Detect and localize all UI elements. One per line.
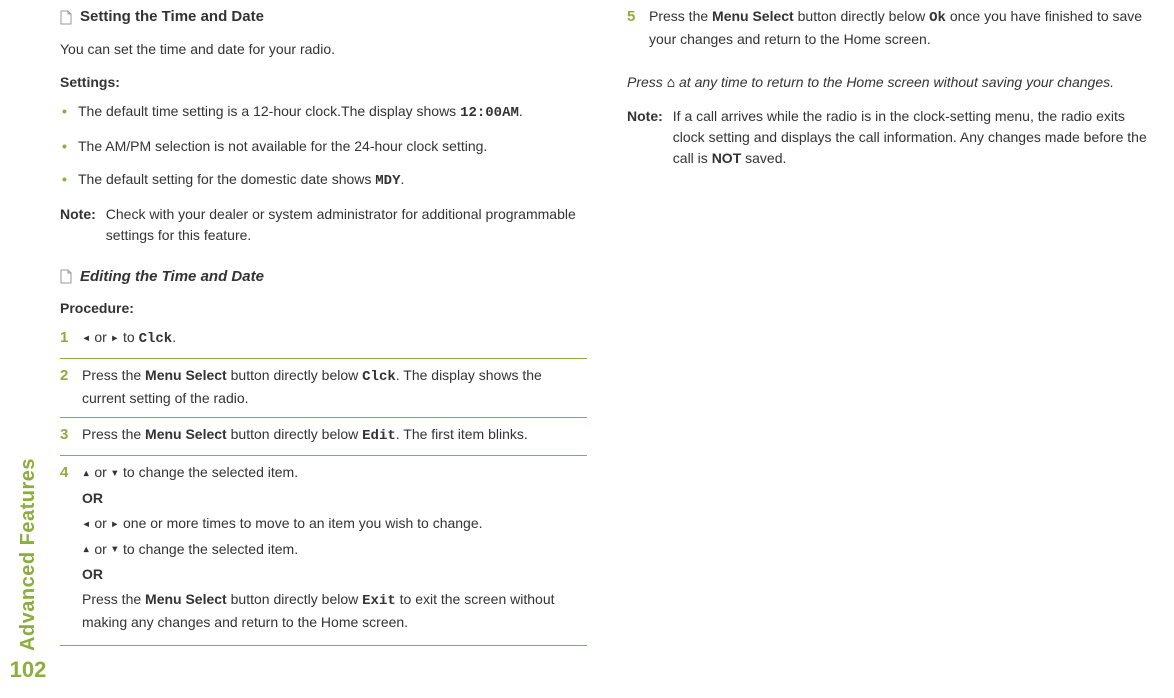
page-number: 102 <box>10 653 47 686</box>
page-icon <box>60 10 72 25</box>
display-value: MDY <box>375 173 400 189</box>
or-text: OR <box>82 564 587 585</box>
step-1: ◂ or ▸ to Clck. <box>60 327 587 359</box>
down-icon: ▾ <box>111 463 119 484</box>
section-heading: Setting the Time and Date <box>60 6 587 29</box>
intro-text: You can set the time and date for your r… <box>60 39 587 60</box>
section-label: Advanced Features <box>13 458 43 651</box>
sidebar: Advanced Features 102 <box>8 0 48 698</box>
menu-label: Edit <box>362 428 396 444</box>
closing-note: Press ⌂ at any time to return to the Hom… <box>627 72 1154 94</box>
settings-list: The default time setting is a 12-hour cl… <box>60 101 587 192</box>
home-icon: ⌂ <box>667 73 675 94</box>
note: Note: Check with your dealer or system a… <box>60 204 587 246</box>
heading-title: Setting the Time and Date <box>80 6 264 29</box>
down-icon: ▾ <box>111 539 119 560</box>
list-item: The default time setting is a 12-hour cl… <box>60 101 587 124</box>
step-5: Press the Menu Select button directly be… <box>627 6 1154 58</box>
note-label: Note: <box>60 204 96 246</box>
step-3: Press the Menu Select button directly be… <box>60 424 587 456</box>
note-body: Check with your dealer or system adminis… <box>106 204 587 246</box>
settings-label: Settings: <box>60 72 587 93</box>
right-icon: ▸ <box>111 514 119 535</box>
list-item: The default setting for the domestic dat… <box>60 169 587 192</box>
page-content: Setting the Time and Date You can set th… <box>60 6 1154 686</box>
list-item: The AM/PM selection is not available for… <box>60 136 587 157</box>
note-label: Note: <box>627 106 663 169</box>
step-2: Press the Menu Select button directly be… <box>60 365 587 418</box>
menu-label: Clck <box>362 369 396 385</box>
display-value: 12:00AM <box>460 105 519 121</box>
menu-label: Exit <box>362 593 396 609</box>
menu-label: Clck <box>139 331 173 347</box>
or-text: OR <box>82 488 587 509</box>
sub-heading: Editing the Time and Date <box>60 266 587 289</box>
subheading-title: Editing the Time and Date <box>80 266 264 289</box>
procedure-label: Procedure: <box>60 298 587 319</box>
note: Note: If a call arrives while the radio … <box>627 106 1154 169</box>
menu-label: Ok <box>929 10 946 26</box>
step-4: ▴ or ▾ to change the selected item. OR ◂… <box>60 462 587 646</box>
right-icon: ▸ <box>111 328 119 349</box>
page-icon <box>60 269 72 284</box>
note-body: If a call arrives while the radio is in … <box>673 106 1154 169</box>
